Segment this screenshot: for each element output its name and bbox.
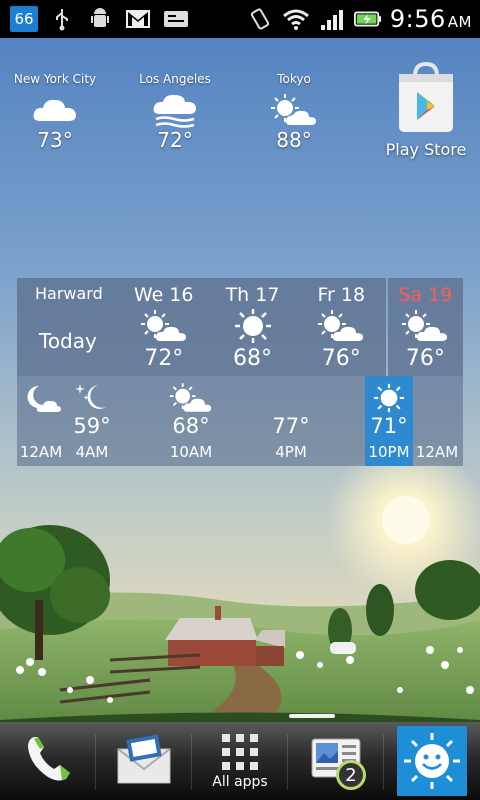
sunny-icon [365, 380, 413, 416]
hourly-item-current: 71° 10PM [365, 376, 413, 466]
dock: All apps 2 [0, 722, 480, 800]
gallery-app-button[interactable]: 2 [288, 722, 384, 800]
cloudy-icon [0, 90, 115, 130]
city-weather-los-angeles[interactable]: Los Angeles 72° [115, 72, 235, 152]
signal-icon [318, 6, 346, 32]
play-store-icon [378, 62, 474, 134]
hourly-forecast: 12AM 59° 4AM 68° 10AM 77° 4PM 71° 10PM 1… [17, 376, 463, 466]
moon-stars-icon [62, 380, 122, 416]
forecast-day: We 16 72° [119, 278, 209, 376]
forecast-widget[interactable]: Harward Today We 16 72° Th 17 68° Fr 18 … [17, 278, 463, 466]
partly-sunny-icon [161, 380, 221, 416]
play-store-shortcut[interactable]: Play Store [378, 62, 474, 159]
hourly-item: 68° 10AM [161, 376, 221, 466]
hourly-item: 59° 4AM [62, 376, 122, 466]
phone-icon [20, 731, 76, 791]
fog-icon [115, 90, 235, 130]
battery-charging-icon [353, 6, 382, 32]
partly-sunny-icon [388, 308, 463, 344]
all-apps-button[interactable]: All apps [192, 722, 288, 800]
today-panel: Harward Today [17, 278, 120, 376]
city-weather-tokyo[interactable]: Tokyo 88° [234, 72, 354, 152]
mail-app-button[interactable] [96, 722, 192, 800]
sun-smiley-icon [397, 726, 467, 796]
hourly-item: 77° 4PM [272, 414, 310, 461]
today-label: Today [39, 329, 97, 353]
forecast-day: Fr 18 76° [296, 278, 386, 376]
mail-icon [114, 731, 174, 791]
status-bar[interactable]: 66 9:56 AM [0, 0, 480, 38]
notification-count-badge: 66 [10, 6, 38, 32]
partly-sunny-icon [297, 308, 386, 344]
partly-sunny-icon [234, 90, 354, 130]
partly-sunny-icon [119, 308, 208, 344]
forecast-day: Sa 19 76° [387, 278, 463, 376]
hourly-item: 12AM [415, 443, 459, 461]
usb-icon [48, 6, 76, 32]
dock-handle[interactable] [289, 714, 335, 718]
android-debug-icon [86, 6, 114, 32]
location-name: Harward [35, 284, 103, 303]
gmail-icon [124, 6, 152, 32]
forecast-day: Th 17 68° [208, 278, 297, 376]
app-grid-icon [220, 732, 260, 772]
wifi-icon [282, 6, 310, 32]
sunny-icon [208, 308, 297, 344]
clock: 9:56 AM [389, 5, 472, 33]
yahoo-weather-app-button[interactable] [384, 722, 480, 800]
vibrate-icon [246, 6, 274, 32]
notification-badge: 2 [336, 760, 366, 790]
voicemail-icon [162, 6, 190, 32]
phone-app-button[interactable] [0, 722, 96, 800]
city-weather-new-york[interactable]: New York City 73° [0, 72, 115, 152]
